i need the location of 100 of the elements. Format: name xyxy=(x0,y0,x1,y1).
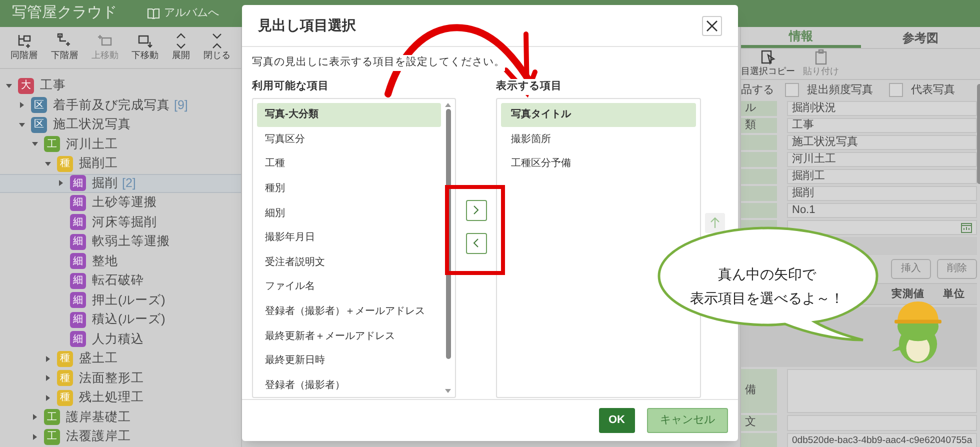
field-value[interactable]: 掘削状況 xyxy=(787,100,978,116)
callout-text: 表示項目を選べるよ～！ xyxy=(690,289,844,308)
tree-tool-button[interactable]: 下移動 xyxy=(132,32,159,62)
caret-down-icon[interactable] xyxy=(45,160,51,167)
field-value[interactable]: 施工状況写真 xyxy=(787,134,978,150)
tree-item[interactable]: 細 掘削 [2] xyxy=(0,174,241,193)
tree-item[interactable]: 工 河川土工 xyxy=(0,134,241,154)
tree-tool-button[interactable]: 展開 xyxy=(172,32,190,62)
level-badge: 細 xyxy=(70,312,86,328)
field-value[interactable]: 0db520de-bac3-4bb9-aac4-c9e62040755a xyxy=(787,432,978,447)
tree-label: 河川土工 xyxy=(66,136,118,153)
caret-right-icon[interactable] xyxy=(58,180,64,186)
field-value[interactable] xyxy=(787,220,978,234)
tree-item[interactable]: 種 掘削工 xyxy=(0,154,241,174)
tree-item[interactable]: 細 軟弱土等運搬 xyxy=(0,232,241,252)
list-item[interactable]: 写真区分 xyxy=(257,127,441,152)
close-button[interactable] xyxy=(702,16,722,36)
tree-item[interactable]: 細 押土(ルーズ) xyxy=(0,290,241,310)
checkbox[interactable] xyxy=(889,83,903,97)
tree-item[interactable]: 区 施工状況写真 xyxy=(0,115,241,134)
tree-item[interactable]: 大 工事 xyxy=(0,76,241,96)
list-item[interactable]: 撮影箇所 xyxy=(501,127,696,152)
field-label xyxy=(741,186,777,200)
move-left-button[interactable] xyxy=(466,232,486,254)
level-badge: 細 xyxy=(70,214,86,230)
tree-label: 人力積込 xyxy=(92,330,144,348)
down-icon xyxy=(137,32,154,49)
tree-item[interactable]: 細 土砂等運搬 xyxy=(0,193,241,212)
checkbox[interactable] xyxy=(785,83,799,97)
field-label xyxy=(741,168,777,184)
caret-right-icon[interactable] xyxy=(45,375,51,382)
field-value[interactable]: No.1 xyxy=(787,202,978,218)
caret-down-icon[interactable] xyxy=(6,82,12,89)
level-badge: 細 xyxy=(70,194,86,211)
tree-label: 工事 xyxy=(40,77,66,94)
list-item[interactable]: 最終更新者＋メールアドレス xyxy=(257,324,441,348)
list-item[interactable]: 写真-大分類 xyxy=(257,102,441,128)
detail-tab[interactable]: 参考図 xyxy=(860,27,980,48)
column-header: 実測値 xyxy=(890,286,926,302)
list-item[interactable]: 登録者（撮影者） xyxy=(257,373,441,398)
list-item[interactable]: 最終更新日時 xyxy=(257,348,441,374)
tree-label: 転石破砕 xyxy=(92,272,144,290)
scrollbar[interactable] xyxy=(445,102,451,392)
instruction-text: 写真の見出しに表示する項目を設定してください。 xyxy=(252,55,505,71)
copy-icon xyxy=(760,49,776,65)
tree-item[interactable]: 工 法覆護岸工 xyxy=(0,427,241,446)
album-link[interactable]: アルバムへ xyxy=(147,5,219,22)
list-item[interactable]: 写真タイトル xyxy=(501,102,696,128)
scroll-down-icon[interactable] xyxy=(445,388,451,392)
tree-item[interactable]: 区 着手前及び完成写真 [9] xyxy=(0,96,241,115)
tree-label: 法面整形工 xyxy=(79,370,144,387)
level-badge: 工 xyxy=(44,428,60,445)
list-item[interactable]: 細別 xyxy=(257,200,441,226)
tree-item[interactable]: 細 転石破砕 xyxy=(0,271,241,290)
field-value[interactable]: 工事 xyxy=(787,118,978,132)
tree-item[interactable]: 種 残土処理工 xyxy=(0,388,241,408)
tree-label: 掘削 xyxy=(92,174,118,192)
tree-item[interactable]: 細 整地 xyxy=(0,252,241,271)
detail-tool-button[interactable]: 目選択コピー xyxy=(741,49,795,78)
calendar-icon[interactable] xyxy=(961,222,972,232)
caret-down-icon[interactable] xyxy=(19,122,25,128)
move-right-button[interactable] xyxy=(466,200,486,221)
tree-item[interactable]: 種 法面整形工 xyxy=(0,368,241,388)
field-value[interactable]: 掘削工 xyxy=(787,168,978,184)
list-item[interactable]: ファイル名 xyxy=(257,274,441,300)
field-value[interactable]: 河川土工 xyxy=(787,152,978,166)
tree-tool-button[interactable]: 同階層 xyxy=(10,32,38,62)
tree-item[interactable]: 工 護岸基礎工 xyxy=(0,408,241,427)
caret-right-icon[interactable] xyxy=(32,434,38,440)
photo-count: [9] xyxy=(174,96,188,114)
field-label: 備 xyxy=(741,368,777,412)
caret-right-icon[interactable] xyxy=(19,102,25,108)
caret-down-icon[interactable] xyxy=(32,141,38,148)
tree-item[interactable]: 種 盛土工 xyxy=(0,349,241,368)
tree-item[interactable]: 細 河床等掘削 xyxy=(0,212,241,232)
move-up-button[interactable] xyxy=(704,212,724,233)
caret-right-icon[interactable] xyxy=(45,394,51,401)
tree-tool-button[interactable]: 下階層 xyxy=(50,32,78,62)
field-value[interactable]: 掘削 xyxy=(787,186,978,200)
tree-item[interactable]: 細 人力積込 xyxy=(0,330,241,349)
list-item[interactable]: 登録者（撮影者）＋メールアドレス xyxy=(257,299,441,324)
tree-tool-button[interactable]: 閉じる xyxy=(203,32,230,62)
caret-right-icon[interactable] xyxy=(32,414,38,420)
tree-label: 整地 xyxy=(92,252,118,270)
scroll-up-icon[interactable] xyxy=(445,102,451,106)
list-item[interactable]: 工種区分予備 xyxy=(501,152,696,176)
tree-item[interactable]: 細 積込(ルーズ) xyxy=(0,310,241,330)
ok-button[interactable]: OK xyxy=(598,408,635,433)
column-header: 単位 xyxy=(942,286,966,302)
list-item[interactable]: 受注者説明文 xyxy=(257,250,441,275)
list-item[interactable]: 撮影年月日 xyxy=(257,225,441,250)
arrow-up-icon xyxy=(710,217,720,228)
tree-label: 軟弱土等運搬 xyxy=(92,233,170,250)
list-item[interactable]: 工種 xyxy=(257,152,441,176)
list-item[interactable]: 種別 xyxy=(257,176,441,201)
checkbox-option[interactable]: 提出頻度写真 xyxy=(785,82,873,98)
list-label: 表示する項目 xyxy=(496,78,562,94)
checkbox-option[interactable]: 代表写真 xyxy=(889,82,955,98)
cancel-button[interactable]: キャンセル xyxy=(647,408,728,433)
caret-right-icon[interactable] xyxy=(45,356,51,362)
